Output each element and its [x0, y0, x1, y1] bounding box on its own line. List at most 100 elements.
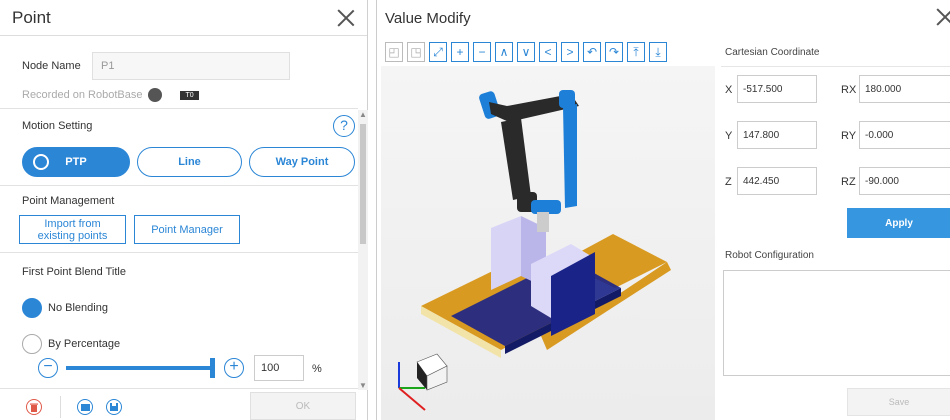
- robot-base-icon[interactable]: [148, 88, 163, 102]
- motion-option-label: Line: [178, 156, 201, 168]
- node-name-row: Node Name P1: [22, 52, 380, 80]
- robot-config-box[interactable]: [723, 270, 950, 376]
- import-points-button[interactable]: Import from existing points: [19, 215, 126, 244]
- x-input[interactable]: -517.500: [737, 75, 817, 103]
- blend-slider-thumb[interactable]: [210, 358, 215, 378]
- rx-label: RX: [841, 84, 857, 96]
- by-percentage-option[interactable]: By Percentage: [22, 334, 380, 354]
- divider: [60, 396, 61, 418]
- value-modify-header: Value Modify: [377, 0, 950, 36]
- view-toolbar: ◰ ◳ ⤢ + − ∧ ∨ < > ↶ ↷ ⤒ ⤓: [385, 42, 667, 64]
- robot-forearm: [501, 118, 531, 200]
- plus-circle-icon[interactable]: +: [224, 358, 244, 378]
- y-input[interactable]: 147.800: [737, 121, 817, 149]
- ry-label: RY: [841, 130, 857, 142]
- import-points-label: Import from existing points: [38, 218, 108, 242]
- value-modify-panel: Value Modify ◰ ◳ ⤢ + − ∧ ∨ < > ↶ ↷ ⤒ ⤓ C…: [376, 0, 950, 420]
- close-icon[interactable]: [934, 6, 950, 28]
- scroll-thumb[interactable]: [360, 124, 366, 244]
- divider: [0, 252, 358, 253]
- motion-setting-row: Motion Setting: [22, 120, 380, 132]
- motion-option-label: PTP: [65, 156, 87, 168]
- divider: [0, 108, 358, 109]
- blend-percent-input[interactable]: 100: [254, 355, 304, 381]
- node-name-label: Node Name: [22, 60, 81, 72]
- down-icon[interactable]: ∨: [517, 42, 535, 62]
- robot-forearm-blue: [563, 104, 577, 208]
- z-input[interactable]: 442.450: [737, 167, 817, 195]
- radio-icon[interactable]: [22, 334, 42, 354]
- help-glyph: ?: [340, 117, 348, 133]
- rx-input[interactable]: 180.000: [859, 75, 950, 103]
- 3d-viewport[interactable]: [381, 66, 715, 420]
- view-top-icon[interactable]: ◳: [407, 42, 425, 62]
- recorded-on-row: Recorded on RobotBase T0: [22, 88, 380, 102]
- rz-input[interactable]: -90.000: [859, 167, 950, 195]
- blend-slider-track[interactable]: [66, 366, 212, 370]
- motion-option-line[interactable]: Line: [137, 147, 242, 177]
- point-panel-header: Point: [0, 0, 367, 36]
- tool-badge[interactable]: T0: [180, 90, 199, 100]
- trash-icon[interactable]: [26, 399, 42, 415]
- left-icon[interactable]: <: [539, 42, 557, 62]
- robot-wrist-joint: [531, 200, 561, 214]
- divider: [0, 185, 358, 186]
- blend-title-label: First Point Blend Title: [22, 266, 126, 278]
- point-management-row: Point Management: [22, 195, 380, 207]
- rotate-left-icon[interactable]: ↶: [583, 42, 601, 62]
- ok-button[interactable]: OK: [250, 392, 356, 420]
- point-manager-label: Point Manager: [151, 223, 223, 236]
- motion-option-ptp[interactable]: PTP: [22, 147, 130, 177]
- folder-icon[interactable]: [77, 399, 93, 415]
- apply-button[interactable]: Apply: [847, 208, 950, 238]
- ry-input[interactable]: -0.000: [859, 121, 950, 149]
- robot-tool: [537, 212, 549, 232]
- rotate-up-icon[interactable]: ⤒: [627, 42, 645, 62]
- left-scrollbar[interactable]: ▲ ▼: [358, 110, 368, 390]
- close-icon[interactable]: [335, 7, 357, 29]
- minus-icon[interactable]: −: [473, 42, 491, 62]
- up-icon[interactable]: ∧: [495, 42, 513, 62]
- radio-checked-icon[interactable]: [22, 298, 42, 318]
- link-icon[interactable]: ⤢: [429, 42, 447, 62]
- blend-title-row: First Point Blend Title: [22, 266, 380, 278]
- save-button[interactable]: Save: [847, 388, 950, 416]
- z-label: Z: [725, 176, 732, 188]
- save-icon[interactable]: [106, 399, 122, 415]
- motion-setting-label: Motion Setting: [22, 120, 93, 132]
- right-icon[interactable]: >: [561, 42, 579, 62]
- divider: [721, 66, 950, 67]
- motion-option-label: Way Point: [275, 156, 329, 168]
- by-percentage-label: By Percentage: [48, 338, 121, 350]
- cartesian-title: Cartesian Coordinate: [725, 47, 820, 58]
- robot-scene: [398, 90, 671, 411]
- help-icon[interactable]: ?: [333, 115, 355, 137]
- selected-ring-icon: [33, 154, 49, 170]
- divider: [0, 388, 358, 389]
- no-blending-option[interactable]: No Blending: [22, 298, 380, 318]
- y-label: Y: [725, 130, 733, 142]
- import-label-line2: existing points: [37, 229, 108, 242]
- minus-circle-icon[interactable]: −: [38, 358, 58, 378]
- recorded-on-label: Recorded on RobotBase: [22, 89, 143, 101]
- value-modify-title: Value Modify: [385, 9, 471, 27]
- point-panel: Point Node Name P1 Recorded on RobotBase…: [0, 0, 368, 420]
- plus-icon[interactable]: +: [451, 42, 469, 62]
- robot-config-title: Robot Configuration: [725, 250, 814, 261]
- percent-unit: %: [312, 363, 322, 375]
- scroll-up-icon[interactable]: ▲: [359, 110, 367, 119]
- x-axis-line: [398, 387, 426, 411]
- scroll-down-icon[interactable]: ▼: [359, 381, 367, 390]
- point-manager-button[interactable]: Point Manager: [134, 215, 240, 244]
- cartesian-panel: Cartesian Coordinate X -517.500 RX 180.0…: [721, 38, 950, 420]
- node-name-input[interactable]: P1: [92, 52, 290, 80]
- rotate-down-icon[interactable]: ⤓: [649, 42, 667, 62]
- x-label: X: [725, 84, 733, 96]
- rz-label: RZ: [841, 176, 856, 188]
- point-panel-title: Point: [12, 7, 51, 27]
- motion-option-way-point[interactable]: Way Point: [249, 147, 355, 177]
- point-management-label: Point Management: [22, 195, 115, 207]
- view-front-icon[interactable]: ◰: [385, 42, 403, 62]
- rotate-right-icon[interactable]: ↷: [605, 42, 623, 62]
- import-label-line1: Import from: [44, 217, 101, 230]
